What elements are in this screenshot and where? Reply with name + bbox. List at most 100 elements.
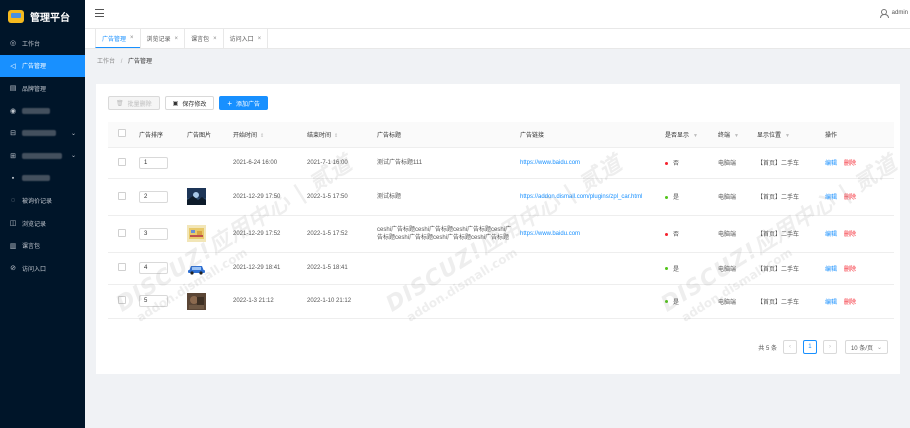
ad-title: ceshi广告标题ceshi广告标题ceshi广告标题ceshi广告标题cesh… [373,215,516,253]
filter-icon[interactable]: ▼ [785,133,790,139]
ad-thumbnail[interactable] [187,154,206,171]
ad-link[interactable]: https://www.baidu.com [516,215,661,253]
tab[interactable]: 访问入口 × [222,29,269,48]
close-icon[interactable]: × [130,35,134,41]
sidebar-item-label: 广告管理 [22,64,47,71]
sort-icon[interactable]: ⇕ [334,133,338,139]
status-dot [665,161,668,165]
tab-label: 访问入口 [229,37,254,43]
save-icon: ▣ [172,100,179,107]
col-title: 广告标题 [373,122,516,148]
delete-button[interactable]: 删除 [844,267,856,273]
delete-button[interactable]: 删除 [844,300,856,306]
end-time: 2022-1-5 18:41 [303,252,373,285]
status-dot [665,300,668,304]
ad-thumbnail[interactable] [187,188,206,205]
sidebar-item[interactable]: ▪ [0,167,85,190]
plus-icon: + [227,98,232,108]
sort-input[interactable]: 2 [139,190,168,203]
col-end[interactable]: 结束时间 ⇕ [303,122,373,148]
filter-icon[interactable]: ▼ [734,133,739,139]
ad-link[interactable] [516,284,661,319]
position: 【首页】二手车 [753,284,821,319]
select-all-checkbox[interactable] [117,129,126,138]
row-checkbox[interactable] [117,157,126,166]
save-changes-label: 保存修改 [182,101,207,108]
sort-input[interactable]: 3 [139,227,168,240]
brand-icon: ▤ [9,85,17,93]
col-show: 是否显示 ▼ [661,122,714,148]
batch-delete-button[interactable]: 🗑 批量删除 [108,96,160,110]
tab[interactable]: 广告管理 × [95,29,140,48]
start-time: 2022-1-3 21:12 [229,284,303,319]
breadcrumb-separator: / [120,59,123,65]
tab[interactable]: 课言包 × [184,29,223,48]
sidebar-item-label: 工作台 [22,41,41,48]
ad-title: 测试标题 [373,178,516,216]
user-menu[interactable]: admin [879,9,908,18]
edit-button[interactable]: 编辑 [825,232,837,238]
sidebar-item[interactable]: ⊟ ⌄ [0,122,85,145]
ad-link[interactable]: https://addon.dismall.com/plugins/zpl_ca… [516,178,661,216]
edit-button[interactable]: 编辑 [825,267,837,273]
page-button[interactable]: 1 [802,340,817,354]
table-row: 3 2021-12-29 17:52 2022-1-5 17:52 ceshi广告标题… [108,215,894,253]
ad-link[interactable] [516,252,661,285]
position: 【首页】二手车 [753,215,821,253]
sidebar-item[interactable]: ▤ 品牌管理 [0,77,85,100]
edit-button[interactable]: 编辑 [825,300,837,306]
sidebar-item[interactable]: ◌ 被询价记录 [0,190,85,213]
table-row: 2 2021-12-29 17:50 2022-1-5 17:50 测试标题 https… [108,178,894,216]
platform: 电脑端 [714,178,753,216]
sidebar-item[interactable]: ◫ 浏览记录 [0,212,85,235]
ad-thumbnail[interactable] [187,292,206,310]
col-start[interactable]: 开始时间 ⇕ [229,122,303,148]
actions-cell: 编辑 删除 [821,215,894,253]
image-cell [183,284,229,319]
close-icon[interactable]: × [258,36,262,42]
row-checkbox[interactable] [117,191,126,200]
edit-button[interactable]: 编辑 [825,195,837,201]
sidebar-item[interactable]: ▥ 课言包 [0,235,85,258]
sidebar-item[interactable]: ⊞ ⌄ [0,145,85,168]
sort-input[interactable]: 4 [139,262,168,274]
row-checkbox[interactable] [117,263,126,271]
ad-thumbnail[interactable] [187,259,206,277]
delete-button[interactable]: 删除 [844,232,856,238]
sort-input[interactable]: 1 [139,156,168,169]
filter-icon[interactable]: ▼ [693,133,698,139]
logo[interactable]: 管理平台 [0,0,85,32]
close-icon[interactable]: × [213,36,217,42]
actions-cell: 编辑 删除 [821,252,894,285]
tab[interactable]: 浏览记录 × [139,29,185,48]
row-checkbox[interactable] [117,296,126,304]
sidebar-item-label [22,152,62,159]
row-checkbox[interactable] [117,228,126,237]
sidebar-item[interactable]: ◎ 工作台 [0,32,85,55]
next-page-button[interactable]: › [822,340,837,354]
sort-input[interactable]: 5 [139,295,168,307]
prev-page-button[interactable]: ‹ [782,340,797,354]
page-size-select[interactable]: 10 条/页 ⌄ [844,340,888,354]
close-icon[interactable]: × [175,36,179,42]
breadcrumb-root[interactable]: 工作台 [97,59,115,65]
sort-icon[interactable]: ⇕ [260,133,264,139]
delete-button[interactable]: 删除 [844,195,856,201]
delete-button[interactable]: 删除 [844,161,856,167]
chevron-down-icon: ⌄ [876,344,882,351]
edit-button[interactable]: 编辑 [825,161,837,167]
breadcrumb-current: 广告管理 [128,59,153,65]
platform: 电脑端 [714,147,753,179]
batch-delete-label: 批量删除 [127,101,152,108]
ad-thumbnail[interactable] [187,225,206,242]
sidebar-item[interactable]: ⊘ 访问入口 [0,257,85,280]
menu-fold-icon[interactable] [95,9,104,17]
sidebar-item-label: 被询价记录 [22,199,53,206]
sidebar-item[interactable]: ◉ [0,100,85,123]
ad-link[interactable]: https://www.baidu.com [516,147,661,179]
sort-cell: 2 [135,178,183,216]
sidebar-item[interactable]: ◁ 广告管理 [0,54,85,77]
start-time: 2021-12-29 18:41 [229,252,303,285]
add-ad-button[interactable]: + 添加广告 [219,96,269,110]
save-changes-button[interactable]: ▣ 保存修改 [164,96,215,110]
